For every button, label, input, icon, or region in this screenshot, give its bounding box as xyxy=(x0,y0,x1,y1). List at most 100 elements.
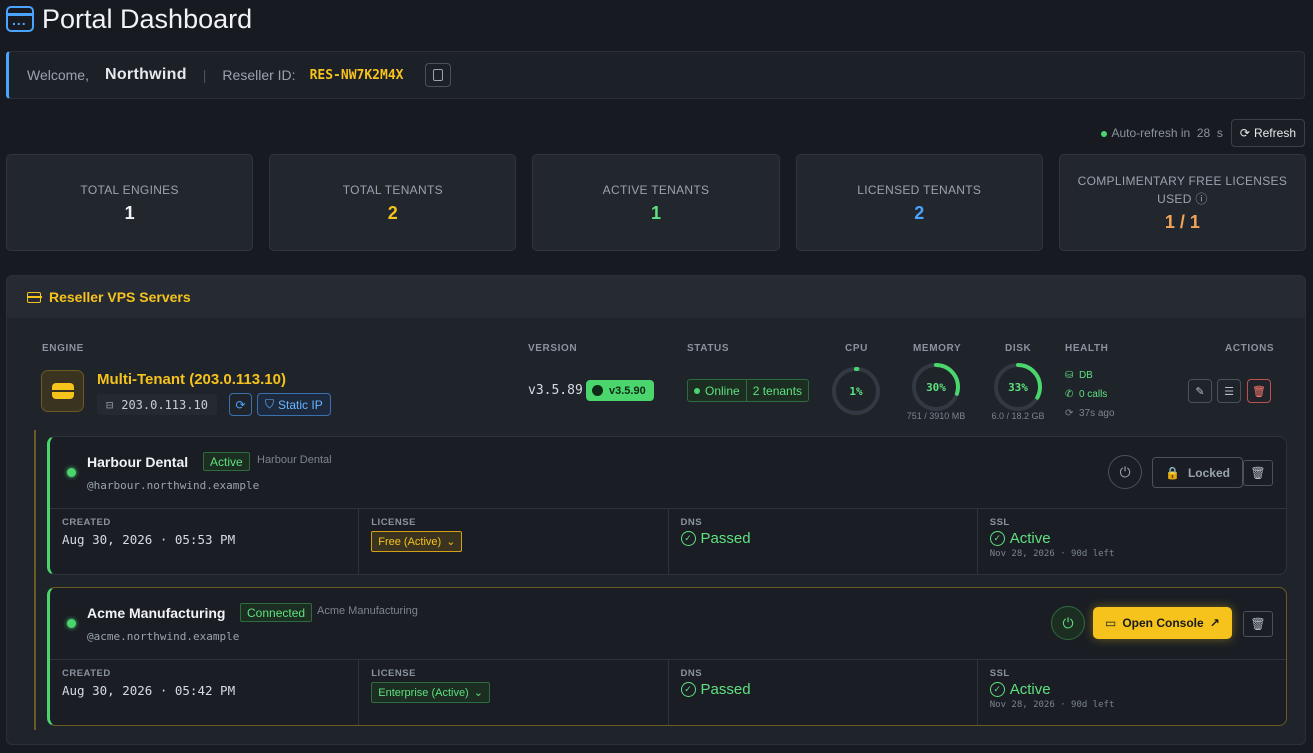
locked-button[interactable]: 🔒 Locked xyxy=(1152,457,1243,488)
refresh-button[interactable]: ⟳ Refresh xyxy=(1230,119,1305,147)
tenant-power-button[interactable]: ⏻ xyxy=(1108,455,1142,489)
disk-gauge: 33% xyxy=(994,363,1042,411)
memory-gauge: 30% xyxy=(912,363,960,411)
delete-tenant-button[interactable]: 🗑 xyxy=(1243,460,1273,486)
tenant-domain: @harbour.northwind.example xyxy=(87,479,260,492)
tenant-card: Acme Manufacturing Connected Acme Manufa… xyxy=(47,587,1287,726)
lock-icon: 🔒 xyxy=(1165,465,1180,480)
chevron-down-icon: ⌄ xyxy=(473,687,483,699)
static-ip-label: Static IP xyxy=(278,397,323,412)
ssl-value: Active xyxy=(1009,681,1051,698)
delete-tenant-button[interactable]: 🗑 xyxy=(1243,611,1273,637)
ssl-value: Active xyxy=(1009,530,1051,547)
auto-refresh-label: Auto-refresh in xyxy=(1111,126,1191,140)
trash-icon: 🗑 xyxy=(1250,617,1266,631)
stat-label: TOTAL ENGINES xyxy=(80,183,179,197)
col-engine: ENGINE xyxy=(42,343,84,354)
monitor-icon: ▭ xyxy=(1105,616,1117,630)
health-ago: 37s ago xyxy=(1078,408,1115,419)
power-icon: ⏻ xyxy=(1062,614,1074,631)
stat-label: LICENSED TENANTS xyxy=(857,183,982,197)
created-label: CREATED xyxy=(62,668,111,679)
sync-button[interactable]: ⟳ xyxy=(229,393,252,416)
server-engine-button[interactable]: ☰ xyxy=(1217,379,1241,403)
engine-version: v3.5.89 xyxy=(528,383,583,398)
tenant-status-dot-icon xyxy=(67,619,76,628)
dns-value: Passed xyxy=(700,681,751,698)
reseller-name: Northwind xyxy=(104,66,187,83)
panel-header: Reseller VPS Servers xyxy=(7,276,1305,318)
memory-detail: 751 / 3910 MB xyxy=(906,411,966,421)
ssl-label: SSL xyxy=(989,668,1010,679)
upgrade-icon xyxy=(592,385,603,396)
health-calls: 0 calls xyxy=(1078,389,1108,400)
status-online: Online xyxy=(705,383,740,398)
delete-engine-button[interactable]: 🗑 xyxy=(1247,379,1271,403)
edit-engine-button[interactable]: ✎ xyxy=(1188,379,1212,403)
shield-check-icon: ✓ xyxy=(989,531,1005,546)
copy-reseller-id-button[interactable] xyxy=(425,63,452,87)
chevron-down-icon: ⌄ xyxy=(446,536,456,548)
engine-name: Multi-Tenant (203.0.113.10) xyxy=(97,371,286,388)
engine-ip: ⊟ 203.0.113.10 xyxy=(97,394,217,415)
tenant-name: Acme Manufacturing xyxy=(87,605,226,621)
license-value: Free (Active) xyxy=(378,535,442,548)
panel-title: Reseller VPS Servers xyxy=(49,289,191,305)
license-label: LICENSE xyxy=(371,517,416,528)
stat-label: TOTAL TENANTS xyxy=(342,183,443,197)
col-status: STATUS xyxy=(687,343,730,354)
page-header: Portal Dashboard xyxy=(6,4,252,34)
refresh-icon: ⟳ xyxy=(1239,126,1250,140)
dns-label: DNS xyxy=(680,517,703,528)
col-actions: ACTIONS xyxy=(1225,343,1275,354)
server-icon xyxy=(26,291,42,303)
stat-total-engines: TOTAL ENGINES 1 xyxy=(6,154,254,251)
cpu-value: 1% xyxy=(849,385,863,398)
dashboard-icon xyxy=(6,6,34,32)
shield-check-icon: ✓ xyxy=(989,682,1005,697)
stat-label: ACTIVE TENANTS xyxy=(602,183,710,197)
tenant-card: Harbour Dental Active Harbour Dental @ha… xyxy=(47,436,1287,575)
col-memory: MEMORY xyxy=(913,343,962,354)
tenant-badge: Active xyxy=(203,452,250,471)
col-disk: DISK xyxy=(1005,343,1032,354)
shield-icon: ⛉ xyxy=(265,397,275,411)
external-link-icon: ↗ xyxy=(1209,616,1220,630)
page-title: Portal Dashboard xyxy=(42,3,253,34)
tenant-org: Acme Manufacturing xyxy=(317,605,418,617)
stat-free-licenses: COMPLIMENTARY FREE LICENSES USED ⓘ 1 / 1 xyxy=(1058,154,1307,251)
license-dropdown[interactable]: Enterprise (Active) ⌄ xyxy=(371,682,490,703)
engine-status: Online 2 tenants xyxy=(687,379,810,402)
server-small-icon: ☰ xyxy=(1224,385,1234,398)
ssl-expiry: Nov 28, 2026 · 90d left xyxy=(989,700,1115,710)
created-value: Aug 30, 2026 · 05:42 PM xyxy=(62,683,236,698)
disk-detail: 6.0 / 18.2 GB xyxy=(991,411,1045,421)
open-console-button[interactable]: ▭ Open Console ↗ xyxy=(1093,607,1232,639)
tenant-tree-line xyxy=(34,430,36,730)
phone-icon: ✆ xyxy=(1065,389,1074,400)
stat-value: 2 xyxy=(914,203,925,223)
latest-version: v3.5.90 xyxy=(609,384,646,397)
globe-icon: @ xyxy=(87,479,94,492)
vps-servers-panel: Reseller VPS Servers ENGINE VERSION STAT… xyxy=(6,275,1306,745)
update-version-badge[interactable]: v3.5.90 xyxy=(586,380,654,401)
check-circle-icon: ✓ xyxy=(680,682,696,697)
col-version: VERSION xyxy=(528,343,578,354)
license-value: Enterprise (Active) xyxy=(378,686,469,699)
created-value: Aug 30, 2026 · 05:53 PM xyxy=(62,532,236,547)
tenant-power-button[interactable]: ⏻ xyxy=(1051,606,1085,640)
power-icon: ⏻ xyxy=(1119,463,1131,480)
tenant-count: 2 tenants xyxy=(752,383,803,398)
stat-value: 1 xyxy=(651,203,662,223)
live-dot-icon xyxy=(1100,131,1107,137)
stat-active-tenants: ACTIVE TENANTS 1 xyxy=(532,154,780,251)
col-health: HEALTH xyxy=(1065,343,1109,354)
welcome-bar: Welcome, Northwind | Reseller ID: RES-NW… xyxy=(6,51,1305,99)
pencil-icon: ✎ xyxy=(1195,385,1205,398)
auto-refresh-seconds: 28 xyxy=(1196,126,1211,140)
tenant-org: Harbour Dental xyxy=(257,454,332,466)
reseller-id-label: Reseller ID: xyxy=(222,67,296,83)
locked-label: Locked xyxy=(1187,465,1230,480)
static-ip-badge: ⛉ Static IP xyxy=(257,393,331,416)
license-dropdown[interactable]: Free (Active) ⌄ xyxy=(371,531,463,552)
